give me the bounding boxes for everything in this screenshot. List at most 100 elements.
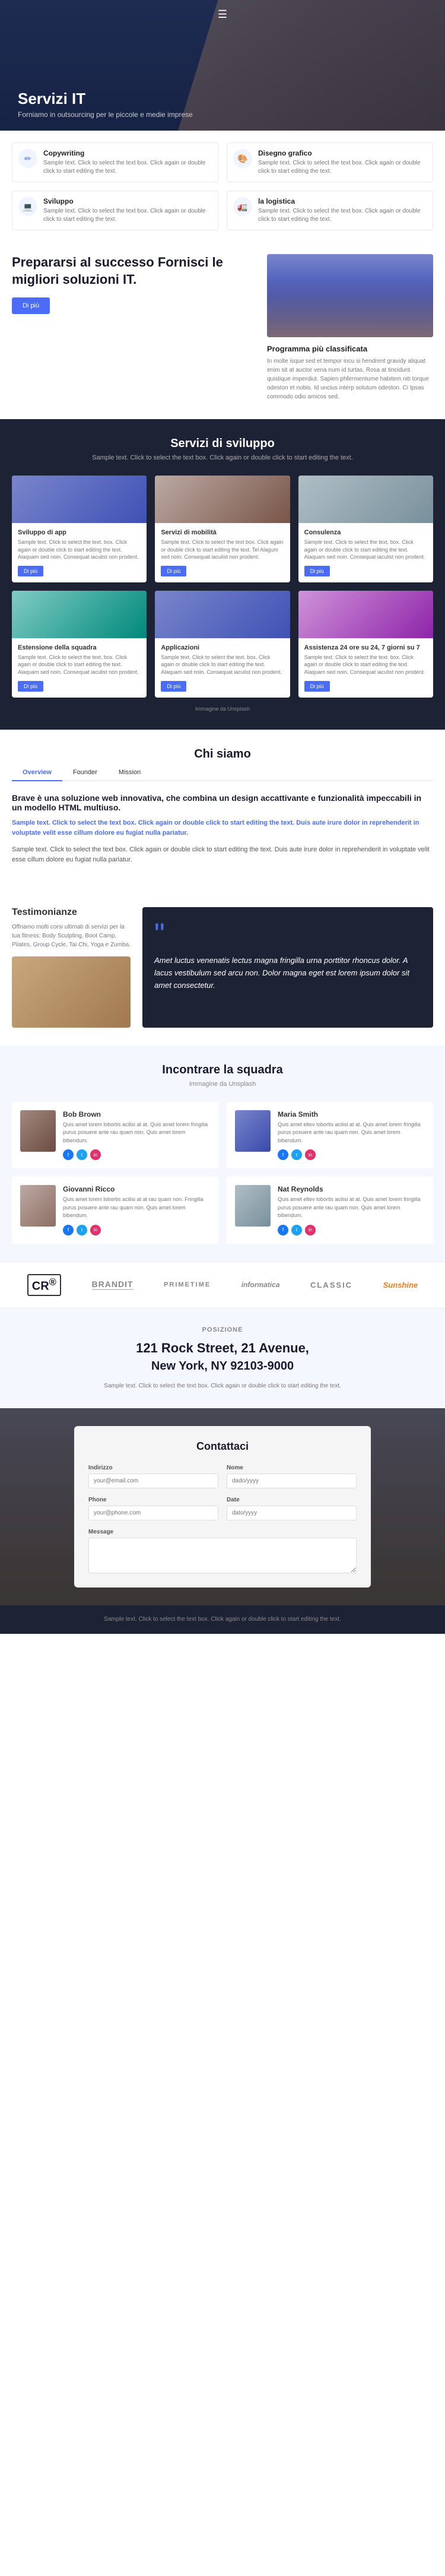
service-title: Disegno grafico (258, 149, 427, 157)
sviluppo-card-3: Estensione della squadra Sample text. Cl… (12, 591, 147, 698)
facebook-icon-giovanni[interactable]: f (63, 1225, 74, 1235)
facebook-icon-nat[interactable]: f (278, 1225, 288, 1235)
team-avatar-bob (20, 1110, 56, 1152)
brand-brandit: BRANDIT (92, 1279, 134, 1290)
team-avatar-maria (235, 1110, 271, 1152)
service-item-sviluppo[interactable]: 💻 Sviluppo Sample text. Click to select … (12, 191, 218, 230)
service-text: Sample text. Click to select the text bo… (258, 207, 427, 224)
card-btn-1[interactable]: Di più (161, 566, 186, 576)
instagram-icon-bob[interactable]: in (90, 1149, 101, 1160)
instagram-icon-giovanni[interactable]: in (90, 1225, 101, 1235)
hero-subtitle: Forniamo in outsourcing per le piccole e… (18, 110, 193, 119)
team-socials-giovanni: f t in (63, 1225, 210, 1235)
posizione-city: New York, NY 92103-9000 (12, 1360, 433, 1373)
hamburger-icon[interactable]: ☰ (218, 8, 227, 21)
team-text-nat: Quis amet eltev lobortis acilisi at at. … (278, 1196, 425, 1220)
prepare-desc: In molte isque sed et tempor incu si hen… (267, 357, 433, 401)
date-label: Date (227, 1497, 357, 1503)
sviluppo-card-2: Consulenza Sample text. Click to select … (298, 476, 433, 582)
footer-text: Sample text. Click to select the text bo… (12, 1615, 433, 1624)
contact-title: Contattaci (88, 1440, 357, 1453)
sviluppo-card-1: Servizi di mobilità Sample text. Click t… (155, 476, 290, 582)
facebook-icon-maria[interactable]: f (278, 1149, 288, 1160)
card-title-4: Applicazioni (161, 644, 284, 651)
twitter-icon-bob[interactable]: t (77, 1149, 87, 1160)
field-date: Date (227, 1497, 357, 1520)
test-image (12, 956, 131, 1028)
chi-siamo-title: Chi siamo (12, 747, 433, 761)
card-btn-0[interactable]: Di più (18, 566, 43, 576)
nome-input[interactable] (227, 1474, 357, 1488)
service-item-disegno[interactable]: 🎨 Disegno grafico Sample text. Click to … (227, 142, 433, 182)
squadra-sub: Immagine da Unsplash (12, 1081, 433, 1088)
services-grid: ✏ Copywriting Sample text. Click to sele… (12, 142, 433, 230)
field-phone: Phone (88, 1497, 218, 1520)
test-title: Testimonianze (12, 907, 131, 918)
quote-mark-icon: " (154, 919, 421, 949)
team-socials-bob: f t in (63, 1149, 210, 1160)
team-socials-maria: f t in (278, 1149, 425, 1160)
card-btn-2[interactable]: Di più (304, 566, 330, 576)
service-item-copywriting[interactable]: ✏ Copywriting Sample text. Click to sele… (12, 142, 218, 182)
team-avatar-giovanni (20, 1185, 56, 1227)
phone-input[interactable] (88, 1506, 218, 1520)
card-img-3 (12, 591, 147, 638)
test-quote-text: Amet luctus venenatis lectus magna fring… (154, 955, 421, 991)
team-info-bob: Bob Brown Quis amet lorem lobortis acili… (63, 1110, 210, 1161)
instagram-icon-nat[interactable]: in (305, 1225, 316, 1235)
test-brands-text: Offriamo molti corsi ultimati di servizi… (12, 923, 131, 949)
instagram-icon-maria[interactable]: in (305, 1149, 316, 1160)
contact-card: Contattaci Indirizzo Nome Phone Date Mes… (74, 1426, 371, 1588)
sviluppo-card-0: Sviluppo di app Sample text. Click to se… (12, 476, 147, 582)
prepare-left: Prepararsi al successo Fornisci le migli… (12, 254, 255, 314)
brand-classic: CLASSIC (310, 1281, 352, 1289)
hero-title: Servizi IT (18, 90, 193, 108)
squadra-section: Incontrare la squadra Immagine da Unspla… (0, 1045, 445, 1262)
prepare-title: Prepararsi al successo Fornisci le migli… (12, 254, 255, 288)
chi-text-1: Sample text. Click to select the text bo… (12, 818, 433, 839)
tab-overview[interactable]: Overview (12, 765, 62, 781)
service-title: Copywriting (43, 149, 212, 157)
prepare-btn[interactable]: Di più (12, 297, 50, 314)
date-input[interactable] (227, 1506, 357, 1520)
nome-label: Nome (227, 1465, 357, 1471)
card-text-4: Sample text. Click to select the text. b… (161, 654, 284, 676)
chi-siamo-section: Chi siamo Overview Founder Mission Brave… (0, 730, 445, 889)
team-grid: Bob Brown Quis amet lorem lobortis acili… (12, 1102, 433, 1244)
posizione-label: Posizione (12, 1326, 433, 1333)
card-text-5: Sample text. Click to select the text. b… (304, 654, 427, 676)
facebook-icon-bob[interactable]: f (63, 1149, 74, 1160)
disegno-icon: 🎨 (233, 149, 252, 168)
message-textarea[interactable] (88, 1538, 357, 1573)
message-label: Message (88, 1529, 357, 1535)
team-text-maria: Quis amet eltev lobortis acilisi at at. … (278, 1121, 425, 1145)
card-btn-5[interactable]: Di più (304, 681, 330, 692)
twitter-icon-maria[interactable]: t (291, 1149, 302, 1160)
service-title: Sviluppo (43, 197, 212, 205)
card-body-2: Consulenza Sample text. Click to select … (298, 523, 433, 582)
sviluppo-grid: Sviluppo di app Sample text. Click to se… (12, 476, 433, 698)
sviluppo-sub: Sample text. Click to select the text bo… (12, 454, 433, 461)
team-info-maria: Maria Smith Quis amet eltev lobortis aci… (278, 1110, 425, 1161)
twitter-icon-giovanni[interactable]: t (77, 1225, 87, 1235)
copywriting-icon: ✏ (18, 149, 37, 168)
card-body-4: Applicazioni Sample text. Click to selec… (155, 638, 290, 698)
hero-section: ☰ Servizi IT Forniamo in outsourcing per… (0, 0, 445, 131)
card-btn-3[interactable]: Di più (18, 681, 43, 692)
card-img-1 (155, 476, 290, 523)
prepare-img-people (267, 279, 433, 337)
service-content: Copywriting Sample text. Click to select… (43, 149, 212, 176)
card-btn-4[interactable]: Di più (161, 681, 186, 692)
brands-section: CR® BRANDIT PRIMETIME informatica CLASSI… (0, 1262, 445, 1308)
sviluppo-card-5: Assistenza 24 ore su 24, 7 giorni su 7 S… (298, 591, 433, 698)
card-text-0: Sample text. Click to select the text. b… (18, 538, 141, 561)
prepare-section: Prepararsi al successo Fornisci le migli… (0, 236, 445, 419)
tab-mission[interactable]: Mission (108, 765, 151, 781)
twitter-icon-nat[interactable]: t (291, 1225, 302, 1235)
contattaci-section: Contattaci Indirizzo Nome Phone Date Mes… (0, 1408, 445, 1605)
indirizzo-input[interactable] (88, 1474, 218, 1488)
service-item-logistica[interactable]: 🚛 la logistica Sample text. Click to sel… (227, 191, 433, 230)
team-avatar-nat (235, 1185, 271, 1227)
card-body-3: Estensione della squadra Sample text. Cl… (12, 638, 147, 698)
tab-founder[interactable]: Founder (62, 765, 108, 781)
